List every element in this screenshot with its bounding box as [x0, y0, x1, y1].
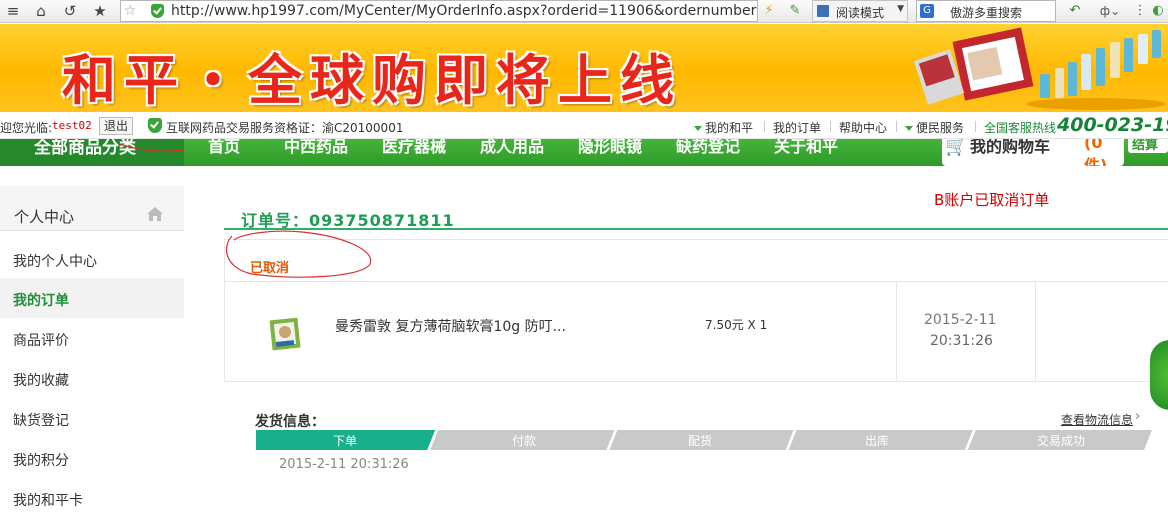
sidebar-item-label: 我的收藏: [13, 373, 69, 389]
nav-medical-devices[interactable]: 医疗器械: [382, 139, 446, 157]
floating-service-badge[interactable]: [1150, 340, 1168, 410]
search-engine-icon[interactable]: G: [920, 4, 934, 18]
step-label-outbound: 出库: [865, 434, 890, 448]
product-thumbnail[interactable]: [268, 315, 304, 353]
divider: [975, 121, 976, 132]
sidebar-item-label: 缺货登记: [13, 413, 69, 429]
link-my-heping[interactable]: 我的和平: [694, 119, 753, 136]
home-icon[interactable]: ⌂: [30, 1, 52, 21]
divider: [764, 121, 765, 132]
refresh-icon[interactable]: ↺: [59, 1, 81, 21]
sidebar-item-label: 商品评价: [13, 333, 69, 349]
sidebar-header: 个人中心: [0, 186, 184, 231]
product-price-quantity: 7.50元 X 1: [705, 318, 768, 332]
view-logistics-link[interactable]: 查看物流信息: [1061, 411, 1133, 428]
nav-home[interactable]: 首页: [208, 139, 240, 157]
search-input[interactable]: G 傲游多重搜索: [916, 0, 1056, 22]
checkout-label: 结算: [1132, 139, 1159, 153]
extension-icon[interactable]: ◐: [1150, 1, 1166, 21]
nav-contact-lenses[interactable]: 隐形眼镜: [578, 139, 642, 157]
red-scribble-mark: [119, 143, 185, 152]
divider: [1035, 282, 1036, 382]
order-date: 2015-2-11: [924, 312, 997, 328]
book-icon: [817, 5, 829, 17]
cart-count: (0件): [1084, 139, 1108, 166]
user-info-bar: 迎您光临: test02 退出 互联网药品交易服务资格证：渝C20100001 …: [0, 113, 1168, 139]
order-time: 20:31:26: [930, 333, 993, 349]
sidebar-item-points[interactable]: 我的积分: [0, 438, 184, 478]
url-text[interactable]: http://www.hp1997.com/MyCenter/MyOrderIn…: [171, 3, 757, 19]
triangle-down-icon: [905, 126, 913, 131]
username[interactable]: test02: [52, 119, 92, 132]
sidebar-item-my-orders[interactable]: 我的订单: [0, 278, 184, 318]
nav-medicine[interactable]: 中西药品: [284, 139, 348, 157]
chevron-down-icon[interactable]: ▼: [897, 4, 904, 14]
search-placeholder: 傲游多重搜索: [950, 6, 1023, 20]
hotline-number: 400-023-199: [1057, 114, 1168, 136]
red-circle-annotation: [225, 230, 372, 278]
sidebar-item-personal-center[interactable]: 我的个人中心: [0, 239, 184, 279]
welcome-text: 迎您光临:: [0, 121, 53, 135]
annotation-note: B账户已取消订单: [934, 191, 1050, 209]
sidebar: 个人中心 我的个人中心 我的订单 商品评价 我的收藏 缺货登记 我的积分 我的和…: [0, 186, 184, 509]
sidebar-item-label: 我的个人中心: [13, 254, 97, 270]
bookmark-star-icon[interactable]: ★: [89, 1, 111, 21]
link-help-center[interactable]: 帮助中心: [839, 119, 887, 136]
sidebar-item-label: 我的积分: [13, 453, 69, 469]
step-label-picking: 配货: [688, 434, 713, 448]
more-icon[interactable]: ⋮: [1133, 1, 1147, 21]
divider: [896, 121, 897, 132]
favorite-icon[interactable]: ☆: [119, 1, 141, 21]
hotline-label: 全国客服热线: [984, 121, 1057, 135]
chevron-right-icon[interactable]: ›: [1135, 409, 1140, 424]
plugin-icon[interactable]: ✎: [786, 1, 804, 21]
step-label-complete: 交易成功: [1037, 434, 1086, 448]
step-label-payment: 付款: [512, 434, 537, 448]
sidebar-item-reviews[interactable]: 商品评价: [0, 318, 184, 358]
divider: [830, 121, 831, 132]
verified-shield-icon: [148, 118, 162, 133]
home-icon[interactable]: [146, 206, 164, 222]
security-shield-icon: [151, 4, 164, 18]
menu-icon[interactable]: ≡: [2, 1, 24, 21]
sidebar-item-label: 我的和平卡: [13, 493, 83, 509]
sidebar-title: 个人中心: [14, 208, 75, 226]
shopping-cart-button[interactable]: 🛒 我的购物车 (0件): [942, 139, 1124, 166]
shipping-info-title: 发货信息：: [255, 414, 325, 430]
nav-about[interactable]: 关于和平: [774, 139, 838, 157]
sidebar-item-card[interactable]: 我的和平卡: [0, 478, 184, 518]
reading-mode-label: 阅读模式: [836, 6, 885, 20]
lightning-icon[interactable]: ⚡: [761, 1, 777, 21]
cart-icon: 🛒: [945, 139, 968, 157]
sidebar-item-favorites[interactable]: 我的收藏: [0, 358, 184, 398]
step-label-order: 下单: [333, 434, 358, 448]
link-label: 我的和平: [705, 121, 754, 135]
browser-toolbar: ≡ ⌂ ↺ ★ ☆ http://www.hp1997.com/MyCenter…: [0, 0, 1168, 23]
reading-mode-button[interactable]: 阅读模式 ▼: [812, 0, 908, 22]
undo-icon[interactable]: ↶: [1066, 1, 1084, 21]
divider: [896, 282, 897, 382]
link-label: 便民服务: [916, 121, 965, 135]
link-services[interactable]: 便民服务: [905, 119, 964, 136]
link-my-orders[interactable]: 我的订单: [773, 119, 821, 136]
product-name-link[interactable]: 曼秀雷敦 复方薄荷脑软膏10g 防叮...: [335, 316, 566, 336]
certificate-text: 互联网药品交易服务资格证：渝C20100001: [166, 121, 404, 135]
nav-adult-products[interactable]: 成人用品: [480, 139, 544, 157]
promo-banner[interactable]: 和平・全球购即将上线: [0, 24, 1168, 112]
step-timestamp: 2015-2-11 20:31:26: [279, 457, 409, 472]
address-bar[interactable]: ☆ http://www.hp1997.com/MyCenter/MyOrder…: [120, 0, 758, 22]
sidebar-item-out-of-stock[interactable]: 缺货登记: [0, 398, 184, 438]
cart-label: 我的购物车: [970, 139, 1051, 156]
nav-drug-register[interactable]: 缺药登记: [676, 139, 740, 157]
checkout-button[interactable]: 结算: [1128, 139, 1168, 153]
banner-headline: 和平・全球购即将上线: [62, 49, 682, 112]
language-icon[interactable]: ф⌄: [1097, 1, 1123, 21]
sidebar-item-label: 我的订单: [13, 293, 69, 309]
triangle-down-icon: [694, 126, 702, 131]
logout-button[interactable]: 退出: [99, 117, 133, 135]
banner-products-illustration: [913, 27, 1166, 110]
